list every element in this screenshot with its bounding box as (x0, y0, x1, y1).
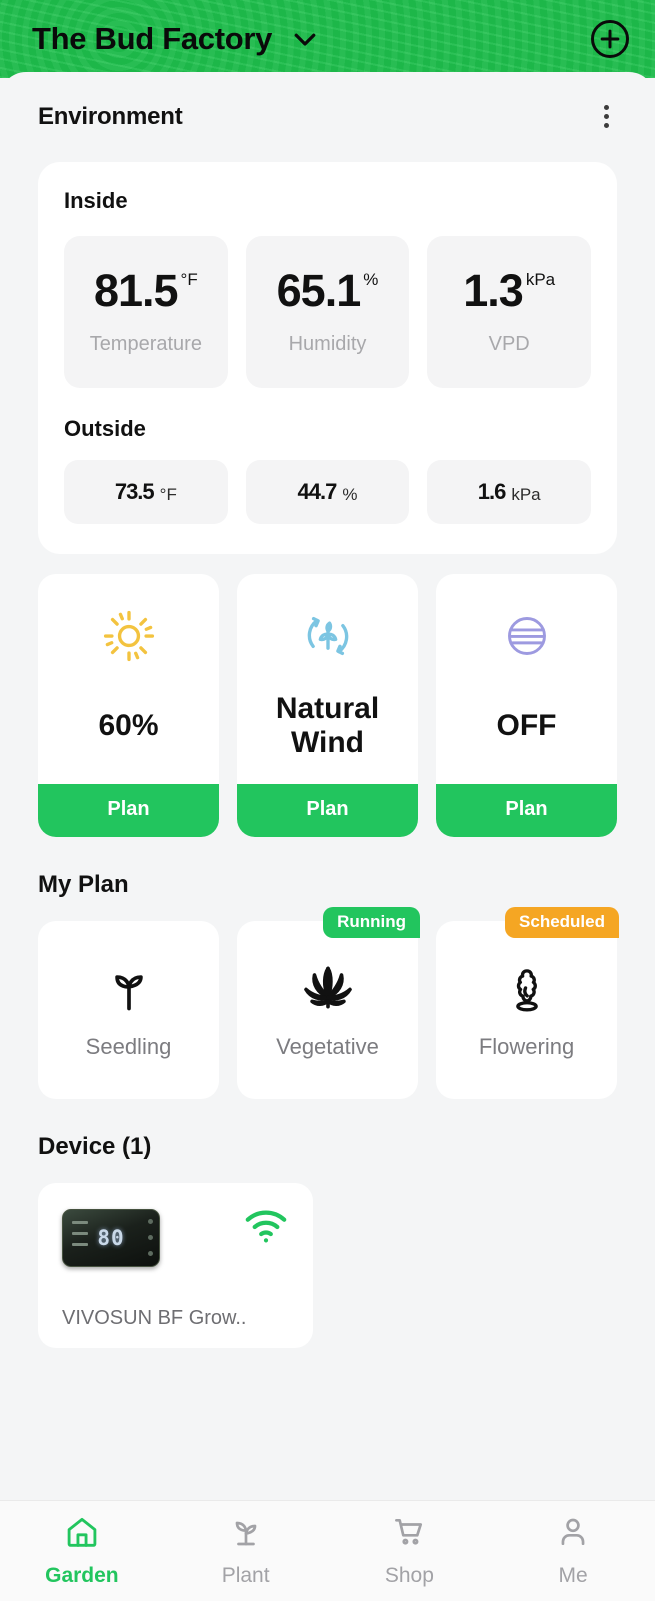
metric-tile-temperature[interactable]: 81.5 °F Temperature (64, 236, 228, 388)
status-badge-scheduled: Scheduled (505, 907, 619, 938)
light-plan-button[interactable]: Plan (38, 784, 219, 837)
nav-label-me: Me (558, 1564, 588, 1587)
plan-label-flowering: Flowering (478, 1034, 575, 1059)
plan-label-seedling: Seedling (85, 1034, 172, 1059)
inside-label: Inside (64, 188, 128, 213)
vpd-unit: kPa (525, 270, 556, 289)
device-display-value: 80 (97, 1226, 125, 1250)
plan-card-flowering[interactable]: Scheduled Flowering (436, 907, 619, 1099)
cannabis-leaf-icon (299, 960, 357, 1018)
humidity-circle-icon (502, 604, 552, 668)
plan-stage-row: Seedling Running Vegetative Scheduled Fl… (38, 907, 619, 1099)
humidity-unit: % (363, 270, 379, 289)
status-badge-running: Running (323, 907, 420, 938)
humidity-label: Humidity (288, 333, 367, 355)
device-card[interactable]: 80 VIVOSUN BF Grow.. (38, 1183, 313, 1348)
my-plan-title: My Plan (38, 871, 129, 898)
outside-tile-vpd[interactable]: 1.6 kPa (427, 460, 592, 524)
wifi-icon (243, 1209, 289, 1250)
outside-vpd-value: 1.6 (477, 479, 507, 504)
app-header: The Bud Factory (0, 0, 655, 78)
control-card-light[interactable]: 60% Plan (38, 574, 219, 837)
plan-label-vegetative: Vegetative (276, 1034, 379, 1059)
plan-card-vegetative[interactable]: Running Vegetative (237, 907, 420, 1099)
environment-section-header: Environment (38, 72, 617, 134)
temperature-unit: °F (180, 270, 198, 289)
outside-metrics: 73.5 °F 44.7 % 1.6 kPa (64, 460, 592, 524)
device-thumbnail: 80 (62, 1209, 160, 1267)
outside-tile-humidity[interactable]: 44.7 % (245, 460, 410, 524)
nav-item-garden[interactable]: Garden (0, 1501, 164, 1601)
outside-vpd-unit: kPa (511, 484, 541, 504)
humidity-value: 65.1 (276, 265, 362, 316)
nav-item-shop[interactable]: Shop (328, 1501, 492, 1601)
device-name: VIVOSUN BF Grow.. (62, 1307, 247, 1329)
temperature-label: Temperature (89, 333, 202, 355)
bottom-navigation: Garden Plant Shop Me (0, 1500, 655, 1601)
person-icon (555, 1514, 591, 1555)
plan-card-seedling[interactable]: Seedling (38, 921, 219, 1099)
fan-plan-button[interactable]: Plan (237, 784, 418, 837)
device-section-title: Device (1) (38, 1133, 152, 1160)
humidity-value-display: OFF (496, 709, 557, 743)
outside-humidity-unit: % (342, 484, 358, 504)
metric-tile-vpd[interactable]: 1.3 kPa VPD (427, 236, 592, 388)
control-card-fan[interactable]: Natural Wind Plan (237, 574, 418, 837)
flower-bud-icon (502, 960, 552, 1018)
plant-icon (228, 1514, 264, 1555)
outside-humidity-value: 44.7 (297, 479, 338, 504)
environment-title: Environment (38, 102, 183, 130)
outside-label: Outside (64, 416, 146, 441)
nav-item-plant[interactable]: Plant (164, 1501, 328, 1601)
light-value: 60% (98, 709, 159, 743)
content-sheet: Environment Inside 81.5 °F Temperature 6… (0, 72, 655, 1601)
page-title: The Bud Factory (32, 21, 273, 56)
environment-card: Inside 81.5 °F Temperature 65.1 % Humidi… (38, 162, 617, 554)
metric-tile-humidity[interactable]: 65.1 % Humidity (245, 236, 410, 388)
natural-wind-icon (301, 604, 355, 668)
outside-temperature-value: 73.5 (114, 479, 155, 504)
vpd-label: VPD (488, 333, 530, 355)
nav-label-garden: Garden (45, 1564, 119, 1587)
inside-metrics: 81.5 °F Temperature 65.1 % Humidity 1.3 (64, 236, 592, 388)
control-card-humidity[interactable]: OFF Plan (436, 574, 617, 837)
device-control-row: 60% Plan Natural Wind Plan OFF Plan (38, 574, 617, 837)
chevron-down-icon[interactable] (290, 24, 320, 54)
plus-circle-icon[interactable] (589, 18, 631, 60)
nav-label-shop: Shop (384, 1564, 434, 1587)
fan-value: Natural Wind (275, 692, 380, 759)
humidity-plan-button[interactable]: Plan (436, 784, 617, 837)
nav-label-plant: Plant (221, 1564, 270, 1587)
vpd-value: 1.3 (463, 265, 524, 316)
nav-item-me[interactable]: Me (491, 1501, 655, 1601)
sun-icon (102, 604, 156, 668)
kebab-menu-icon[interactable] (596, 99, 617, 134)
outside-temperature-unit: °F (159, 484, 177, 504)
cart-icon (391, 1514, 427, 1555)
home-icon (64, 1514, 100, 1555)
temperature-value: 81.5 (93, 265, 179, 316)
outside-tile-temperature[interactable]: 73.5 °F (64, 460, 228, 524)
seedling-icon (103, 960, 155, 1018)
